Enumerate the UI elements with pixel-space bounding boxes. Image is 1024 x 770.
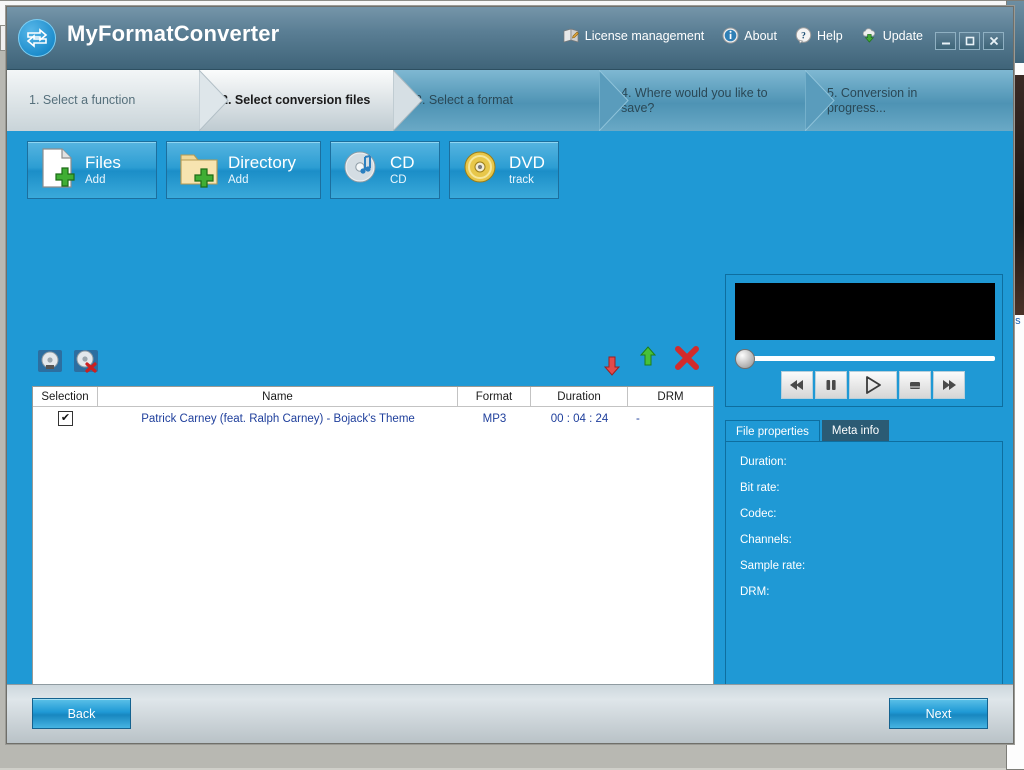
file-list-header: Selection Name Format Duration DRM: [33, 387, 713, 407]
about-label: About: [744, 28, 777, 43]
help-button[interactable]: ? Help: [795, 27, 843, 44]
back-button[interactable]: Back: [32, 698, 131, 729]
row-duration-cell: 00 : 04 : 24: [550, 412, 609, 425]
forward-button[interactable]: [933, 371, 965, 399]
add-directory-title: Directory: [228, 152, 297, 172]
play-button[interactable]: [849, 371, 897, 399]
application-window: MyFormatConverter License management Abo…: [6, 6, 1014, 744]
property-channels: Channels:: [740, 534, 792, 546]
row-selection-cell: ✔: [33, 407, 98, 430]
add-source-toolbar: Files Add Directory Add CD CD DVD track: [27, 141, 559, 199]
about-button[interactable]: About: [722, 27, 777, 44]
rewind-button[interactable]: [781, 371, 813, 399]
header-menu: License management About ? Help Update: [563, 27, 923, 44]
table-row[interactable]: ✔ Patrick Carney (feat. Ralph Carney) - …: [33, 407, 713, 430]
property-sample-rate: Sample rate:: [740, 560, 806, 572]
column-header-duration[interactable]: Duration: [531, 387, 628, 406]
dvd-disc-icon: [462, 148, 500, 193]
folder-add-icon: [179, 147, 219, 194]
license-management-label: License management: [584, 28, 705, 43]
step-4-label: 4. Where would you like to save?: [621, 85, 768, 115]
page-title: MyFormatConverter: [67, 21, 280, 46]
arrow-up-green-icon[interactable]: [639, 346, 657, 371]
player-controls: [781, 371, 965, 399]
add-directory-button[interactable]: Directory Add: [166, 141, 321, 199]
close-button[interactable]: [983, 32, 1004, 50]
help-label: Help: [816, 28, 843, 43]
add-files-button[interactable]: Files Add: [27, 141, 157, 199]
question-mark-icon: ?: [795, 27, 812, 44]
column-header-name[interactable]: Name: [98, 387, 458, 406]
step-breadcrumb: 1. Select a function 2. Select conversio…: [7, 70, 1013, 131]
step-1-arrow-icon: [199, 70, 229, 131]
step-2-arrow-icon: [393, 70, 423, 131]
video-preview-area[interactable]: [735, 283, 995, 340]
add-dvd-button[interactable]: DVD track: [449, 141, 559, 199]
row-checkbox[interactable]: ✔: [58, 411, 73, 426]
step-3-label: 3. Select a format: [415, 93, 513, 107]
seek-knob[interactable]: [735, 349, 755, 369]
cd-audio-icon: [343, 148, 381, 193]
preview-panel: [725, 274, 1003, 407]
remove-x-red-icon[interactable]: [675, 346, 699, 375]
property-drm: DRM:: [740, 586, 770, 598]
step-5-label: 5. Conversion in progress...: [827, 85, 918, 115]
next-button[interactable]: Next: [889, 698, 988, 729]
step-1-label: 1. Select a function: [29, 93, 136, 107]
maximize-button[interactable]: [959, 32, 980, 50]
stop-button[interactable]: [899, 371, 931, 399]
title-bar: MyFormatConverter License management Abo…: [7, 7, 1013, 70]
disc-icon[interactable]: [37, 349, 63, 373]
column-header-drm[interactable]: DRM: [628, 387, 713, 406]
license-book-icon: [563, 27, 580, 44]
update-button[interactable]: Update: [861, 27, 923, 44]
property-codec: Codec:: [740, 508, 777, 520]
property-bit-rate: Bit rate:: [740, 482, 780, 494]
add-directory-subtitle: Add: [228, 174, 249, 187]
tab-file-properties[interactable]: File properties: [725, 420, 820, 442]
disc-remove-icon[interactable]: [73, 349, 99, 373]
column-header-selection[interactable]: Selection: [33, 387, 98, 406]
convert-arrows-icon: [18, 19, 56, 57]
add-cd-subtitle: CD: [390, 174, 407, 187]
window-controls: [935, 32, 1004, 50]
row-format-cell: MP3: [482, 412, 507, 425]
minimize-button[interactable]: [935, 32, 956, 50]
license-management-button[interactable]: License management: [563, 27, 705, 44]
update-label: Update: [882, 28, 923, 43]
row-name-cell: Patrick Carney (feat. Ralph Carney) - Bo…: [141, 412, 415, 425]
main-content: Files Add Directory Add CD CD DVD track …: [7, 131, 1013, 743]
step-3-select-format[interactable]: 3. Select a format: [393, 70, 629, 131]
add-dvd-subtitle: track: [509, 174, 534, 187]
step-1-select-function[interactable]: 1. Select a function: [7, 70, 229, 131]
add-cd-title: CD: [390, 152, 415, 172]
step-5-conversion-progress[interactable]: 5. Conversion in progress...: [805, 70, 1013, 131]
step-2-label: 2. Select conversion files: [221, 93, 371, 107]
add-files-title: Files: [85, 152, 121, 172]
property-tabs: File properties Meta info: [725, 420, 890, 442]
column-header-format[interactable]: Format: [458, 387, 531, 406]
disc-tools: [37, 349, 99, 373]
step-4-arrow-icon: [805, 70, 835, 131]
svg-text:?: ?: [801, 32, 806, 42]
cloud-download-icon: [861, 27, 878, 44]
list-action-icons: [603, 346, 713, 378]
pause-button[interactable]: [815, 371, 847, 399]
seek-slider[interactable]: [735, 349, 995, 369]
tab-meta-info[interactable]: Meta info: [821, 420, 890, 442]
info-icon: [722, 27, 739, 44]
row-drm-cell: -: [636, 412, 640, 425]
arrow-down-red-icon[interactable]: [603, 356, 621, 381]
step-4-save-location[interactable]: 4. Where would you like to save?: [599, 70, 835, 131]
add-files-subtitle: Add: [85, 174, 106, 187]
property-duration: Duration:: [740, 456, 787, 468]
footer-bar: Back Next: [7, 684, 1013, 743]
step-3-arrow-icon: [599, 70, 629, 131]
seek-track: [745, 356, 995, 361]
file-add-icon: [40, 147, 76, 194]
add-cd-button[interactable]: CD CD: [330, 141, 440, 199]
add-dvd-title: DVD: [509, 152, 545, 172]
